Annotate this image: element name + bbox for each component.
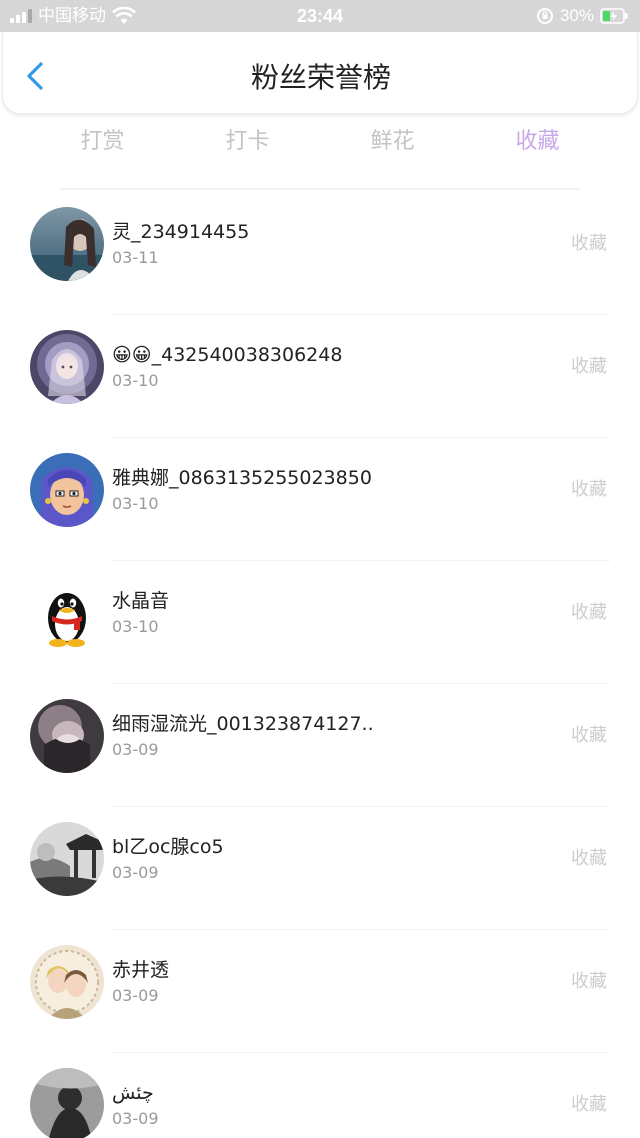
tab-favorites[interactable]: 收藏 [465, 124, 610, 164]
tab-checkin[interactable]: 打卡 [175, 124, 320, 164]
fan-date: 03-09 [112, 986, 159, 1005]
list-item[interactable]: 细雨湿流光_001323874127... 03-09 收藏 [0, 684, 640, 807]
avatar [30, 822, 104, 896]
fan-name: 水晶音 [112, 590, 170, 612]
list-item[interactable]: 水晶音 03-10 收藏 [0, 561, 640, 684]
fan-list: 灵_234914455 03-11 收藏 😀😀_432540038306248 … [0, 192, 640, 1138]
rotation-lock-icon [536, 8, 553, 24]
fan-name: 赤井透 [112, 959, 170, 981]
fan-action-label: 收藏 [571, 848, 607, 869]
category-tabs: 打赏 打卡 鲜花 收藏 [30, 124, 610, 164]
fan-name: 雅典娜_0863135255023850 [112, 467, 372, 489]
avatar [30, 576, 104, 650]
avatar [30, 1068, 104, 1138]
list-item[interactable]: 😀😀_432540038306248 03-10 收藏 [0, 315, 640, 438]
fan-date: 03-10 [112, 371, 159, 390]
fan-date: 03-10 [112, 617, 159, 636]
list-item[interactable]: 雅典娜_0863135255023850 03-10 收藏 [0, 438, 640, 561]
avatar [30, 699, 104, 773]
avatar [30, 945, 104, 1019]
list-item[interactable]: 赤井透 03-09 收藏 [0, 930, 640, 1053]
list-item[interactable]: bl乙oc腺co5 03-09 收藏 [0, 807, 640, 930]
tabs-divider [60, 188, 580, 190]
fan-name: 细雨湿流光_001323874127... [112, 713, 372, 735]
fan-date: 03-09 [112, 740, 159, 759]
fan-action-label: 收藏 [571, 971, 607, 992]
page-title: 粉丝荣誉榜 [250, 61, 391, 94]
list-item[interactable]: چئش 03-09 收藏 [0, 1053, 640, 1138]
tab-flowers[interactable]: 鲜花 [320, 124, 465, 164]
fan-action-label: 收藏 [571, 356, 607, 377]
avatar [30, 330, 104, 404]
fan-date: 03-09 [112, 1109, 159, 1128]
fan-date: 03-10 [112, 494, 159, 513]
fan-action-label: 收藏 [571, 479, 607, 500]
tab-tip[interactable]: 打赏 [30, 124, 175, 164]
fan-name: bl乙oc腺co5 [112, 836, 224, 858]
battery-percent: 30% [559, 6, 594, 25]
nav-bar: 粉丝荣誉榜 [2, 32, 638, 114]
fan-name: 😀😀_432540038306248 [112, 344, 343, 366]
fan-action-label: 收藏 [571, 725, 607, 746]
fan-action-label: 收藏 [571, 1094, 607, 1115]
battery-icon [600, 8, 628, 24]
status-bar: 中国移动 23:44 30% [0, 0, 640, 32]
fan-action-label: 收藏 [571, 233, 607, 254]
fan-name: چئش [112, 1082, 154, 1104]
list-item[interactable]: 灵_234914455 03-11 收藏 [0, 192, 640, 315]
fan-date: 03-09 [112, 863, 159, 882]
avatar [30, 453, 104, 527]
fan-action-label: 收藏 [571, 602, 607, 623]
fan-name: 灵_234914455 [112, 221, 250, 243]
status-right: 30% [536, 5, 628, 27]
avatar [30, 207, 104, 281]
fan-date: 03-11 [112, 248, 159, 267]
